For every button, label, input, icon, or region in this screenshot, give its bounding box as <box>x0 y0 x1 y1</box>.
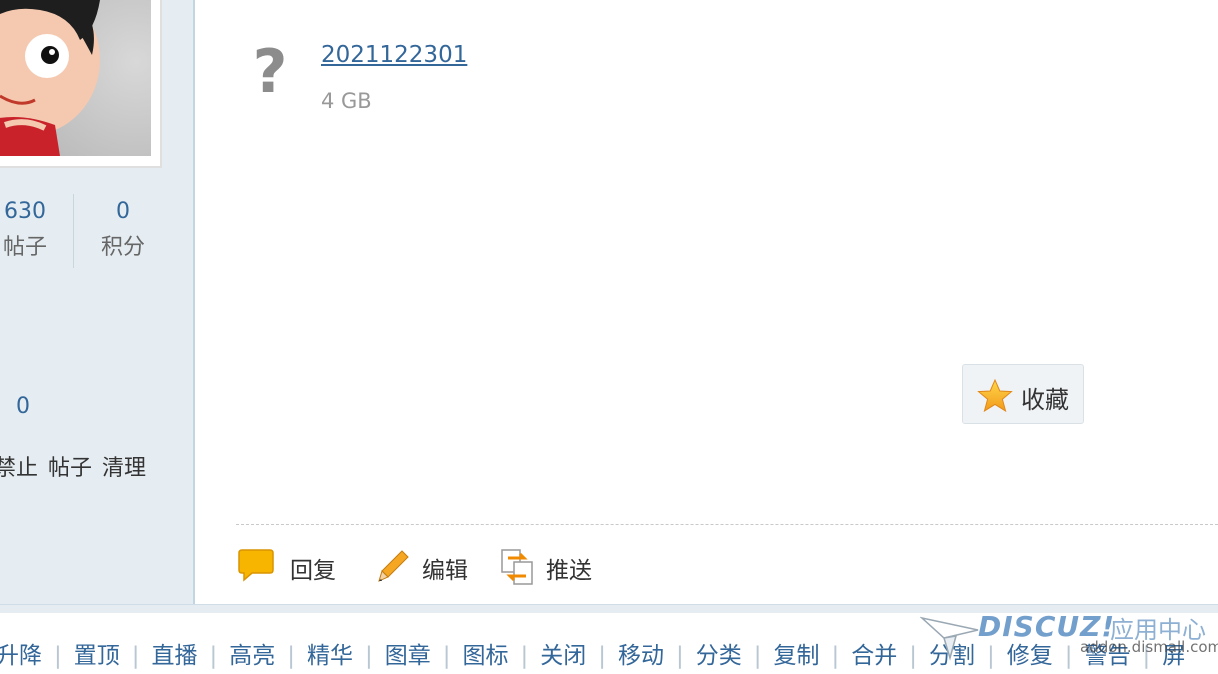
star-icon <box>977 379 1013 413</box>
push-icon <box>501 549 533 585</box>
push-button[interactable]: 推送 <box>500 546 610 586</box>
paper-plane-icon <box>920 616 979 661</box>
user-info-sidebar: 630 帖子 0 积分 0 禁止 帖子 清理 <box>0 0 195 604</box>
sidebar-actions: 禁止 帖子 清理 <box>0 450 156 482</box>
mod-merge[interactable]: 合并 <box>851 643 897 669</box>
mod-stamp[interactable]: 图章 <box>385 643 431 669</box>
pencil-icon <box>378 550 409 582</box>
mod-type[interactable]: 分类 <box>696 643 742 669</box>
user-stats: 630 帖子 0 积分 <box>0 194 160 268</box>
watermark-url: addon.dismall.com <box>1080 638 1218 656</box>
ban-user-link[interactable]: 禁止 <box>0 456 38 481</box>
clean-posts-link[interactable]: 清理 <box>102 456 146 481</box>
discuz-watermark: DISCUZ! 应用中心 addon.dismall.com <box>920 608 1218 668</box>
stat-credits-value[interactable]: 0 <box>96 194 150 230</box>
edit-button[interactable]: 编辑 <box>376 546 486 586</box>
stat-credits-label: 积分 <box>100 235 145 260</box>
avatar-frame <box>0 0 162 168</box>
stat-posts[interactable]: 630 帖子 <box>0 194 50 266</box>
mod-highlight[interactable]: 高亮 <box>229 643 275 669</box>
mod-move[interactable]: 移动 <box>618 643 664 669</box>
push-label: 推送 <box>546 558 592 584</box>
favorite-button[interactable]: 收藏 <box>962 364 1084 424</box>
stat-credits[interactable]: 0 积分 <box>96 194 150 266</box>
post-divider <box>236 524 1218 525</box>
mod-copy[interactable]: 复制 <box>774 643 820 669</box>
mod-digest[interactable]: 精华 <box>307 643 353 669</box>
reply-button[interactable]: 回复 <box>238 546 348 586</box>
attachment-link[interactable]: 2021122301 <box>321 42 467 68</box>
mod-stick[interactable]: 置顶 <box>74 643 120 669</box>
attachment-size: 4 GB <box>321 89 372 113</box>
stat-posts-label: 帖子 <box>2 235 47 260</box>
mod-bump[interactable]: 升降 <box>0 643 42 669</box>
edit-label: 编辑 <box>422 558 468 584</box>
mod-live[interactable]: 直播 <box>152 643 198 669</box>
unknown-file-icon: ? <box>253 40 288 102</box>
mod-close[interactable]: 关闭 <box>540 643 586 669</box>
svg-text:?: ? <box>253 40 288 102</box>
stat-divider <box>73 194 74 268</box>
sidebar-count[interactable]: 0 <box>16 394 30 419</box>
reply-label: 回复 <box>290 558 336 584</box>
favorite-label: 收藏 <box>1021 386 1069 414</box>
mod-icon[interactable]: 图标 <box>463 643 509 669</box>
stat-posts-value[interactable]: 630 <box>0 194 50 230</box>
reply-bubble-icon <box>238 549 274 582</box>
avatar[interactable] <box>0 0 151 156</box>
user-posts-link[interactable]: 帖子 <box>48 456 92 481</box>
